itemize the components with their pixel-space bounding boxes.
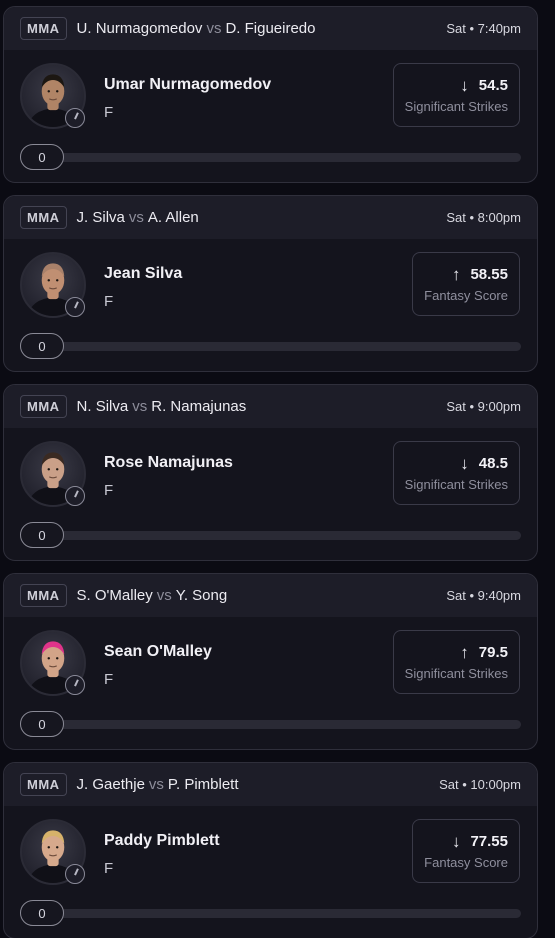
event-time: Sat • 9:00pm bbox=[446, 399, 521, 414]
vs-label: vs bbox=[156, 587, 172, 604]
stat-type: Significant Strikes bbox=[404, 98, 508, 114]
fighter-b: D. Figueiredo bbox=[225, 20, 316, 37]
projection-line-button[interactable]: ↓ 54.5 Significant Strikes bbox=[392, 63, 520, 127]
player-position: F bbox=[104, 104, 114, 121]
player-position: F bbox=[104, 860, 114, 877]
clock-icon bbox=[65, 297, 85, 317]
progress-count: 0 bbox=[20, 522, 64, 548]
card-header: MMA U. Nurmagomedov vs D. Figueiredo Sat •… bbox=[4, 7, 537, 50]
stat-type: Fantasy Score bbox=[424, 287, 508, 303]
fighter-a: S. O'Malley bbox=[76, 587, 153, 604]
sport-badge: MMA bbox=[20, 17, 67, 40]
fighter-a: J. Gaethje bbox=[76, 776, 145, 793]
projection-line-button[interactable]: ↓ 48.5 Significant Strikes bbox=[392, 441, 520, 505]
fighter-b: P. Pimblett bbox=[167, 776, 239, 793]
player-name[interactable]: Sean O'Malley bbox=[104, 643, 212, 661]
projection-line-button[interactable]: ↓ 77.55 Fantasy Score bbox=[412, 819, 520, 883]
vs-label: vs bbox=[128, 209, 144, 226]
line-value-row: ↓ 77.55 bbox=[452, 833, 508, 850]
vs-label: vs bbox=[132, 398, 148, 415]
fighter-a: J. Silva bbox=[76, 209, 125, 226]
projection-card[interactable]: MMA J. Gaethje vs P. Pimblett Sat • 10:00p… bbox=[3, 762, 538, 938]
stat-type: Significant Strikes bbox=[404, 665, 508, 681]
card-header: MMA N. Silva vs R. Namajunas Sat • 9:00pm bbox=[4, 385, 537, 428]
fighter-a: N. Silva bbox=[76, 398, 129, 415]
arrow-icon: ↑ bbox=[460, 642, 469, 662]
event-time: Sat • 10:00pm bbox=[439, 777, 521, 792]
projections-list: MMA U. Nurmagomedov vs D. Figueiredo Sat •… bbox=[0, 0, 555, 938]
player-position: F bbox=[104, 671, 114, 688]
stat-type: Fantasy Score bbox=[424, 854, 508, 870]
arrow-icon: ↑ bbox=[451, 264, 461, 284]
stat-type: Significant Strikes bbox=[404, 476, 508, 492]
line-value: 79.5 bbox=[478, 643, 508, 661]
progress-count: 0 bbox=[20, 333, 64, 359]
progress-track bbox=[59, 720, 521, 729]
sport-badge: MMA bbox=[20, 395, 67, 418]
player-position: F bbox=[104, 293, 114, 310]
clock-icon bbox=[65, 675, 85, 695]
matchup: U. Nurmagomedov vs D. Figueiredo bbox=[77, 20, 316, 37]
progress-track bbox=[59, 342, 521, 351]
card-header: MMA J. Silva vs A. Allen Sat • 8:00pm bbox=[4, 196, 537, 239]
matchup: J. Gaethje vs P. Pimblett bbox=[77, 776, 239, 793]
clock-icon bbox=[65, 108, 85, 128]
projection-card[interactable]: MMA U. Nurmagomedov vs D. Figueiredo Sat •… bbox=[3, 6, 538, 183]
player-name[interactable]: Rose Namajunas bbox=[104, 454, 233, 472]
fighter-b: R. Namajunas bbox=[151, 398, 247, 415]
line-value: 54.5 bbox=[478, 76, 508, 94]
projection-card[interactable]: MMA J. Silva vs A. Allen Sat • 8:00pm Jean… bbox=[3, 195, 538, 372]
projection-card[interactable]: MMA S. O'Malley vs Y. Song Sat • 9:40pm Se… bbox=[3, 573, 538, 750]
fighter-b: Y. Song bbox=[175, 587, 228, 604]
projection-card[interactable]: MMA N. Silva vs R. Namajunas Sat • 9:00pm … bbox=[3, 384, 538, 561]
arrow-icon: ↓ bbox=[451, 831, 461, 851]
fighter-b: A. Allen bbox=[147, 209, 199, 226]
line-value-row: ↑ 79.5 bbox=[460, 644, 508, 661]
fighter-a: U. Nurmagomedov bbox=[76, 20, 203, 37]
player-name[interactable]: Paddy Pimblett bbox=[104, 832, 220, 850]
card-header: MMA J. Gaethje vs P. Pimblett Sat • 10:00p… bbox=[4, 763, 537, 806]
event-time: Sat • 7:40pm bbox=[446, 21, 521, 36]
projection-line-button[interactable]: ↑ 58.55 Fantasy Score bbox=[412, 252, 520, 316]
projection-line-button[interactable]: ↑ 79.5 Significant Strikes bbox=[392, 630, 520, 694]
progress-track bbox=[59, 153, 521, 162]
arrow-icon: ↓ bbox=[460, 453, 469, 473]
matchup: S. O'Malley vs Y. Song bbox=[77, 587, 228, 604]
line-value: 48.5 bbox=[478, 454, 508, 472]
sport-badge: MMA bbox=[20, 773, 67, 796]
line-value: 58.55 bbox=[470, 265, 508, 283]
card-header: MMA S. O'Malley vs Y. Song Sat • 9:40pm bbox=[4, 574, 537, 617]
clock-icon bbox=[65, 864, 85, 884]
vs-label: vs bbox=[206, 20, 222, 37]
player-name[interactable]: Umar Nurmagomedov bbox=[104, 76, 271, 94]
line-value: 77.55 bbox=[470, 832, 508, 850]
sport-badge: MMA bbox=[20, 584, 67, 607]
progress-track bbox=[59, 909, 521, 918]
matchup: N. Silva vs R. Namajunas bbox=[77, 398, 247, 415]
line-value-row: ↑ 58.55 bbox=[452, 266, 508, 283]
player-name[interactable]: Jean Silva bbox=[104, 265, 182, 283]
event-time: Sat • 9:40pm bbox=[446, 588, 521, 603]
sport-badge: MMA bbox=[20, 206, 67, 229]
arrow-icon: ↓ bbox=[460, 75, 469, 95]
matchup: J. Silva vs A. Allen bbox=[77, 209, 199, 226]
progress-count: 0 bbox=[20, 144, 64, 170]
vs-label: vs bbox=[148, 776, 164, 793]
progress-count: 0 bbox=[20, 900, 64, 926]
line-value-row: ↓ 48.5 bbox=[460, 455, 508, 472]
line-value-row: ↓ 54.5 bbox=[460, 77, 508, 94]
progress-count: 0 bbox=[20, 711, 64, 737]
clock-icon bbox=[65, 486, 85, 506]
event-time: Sat • 8:00pm bbox=[446, 210, 521, 225]
player-position: F bbox=[104, 482, 114, 499]
progress-track bbox=[59, 531, 521, 540]
